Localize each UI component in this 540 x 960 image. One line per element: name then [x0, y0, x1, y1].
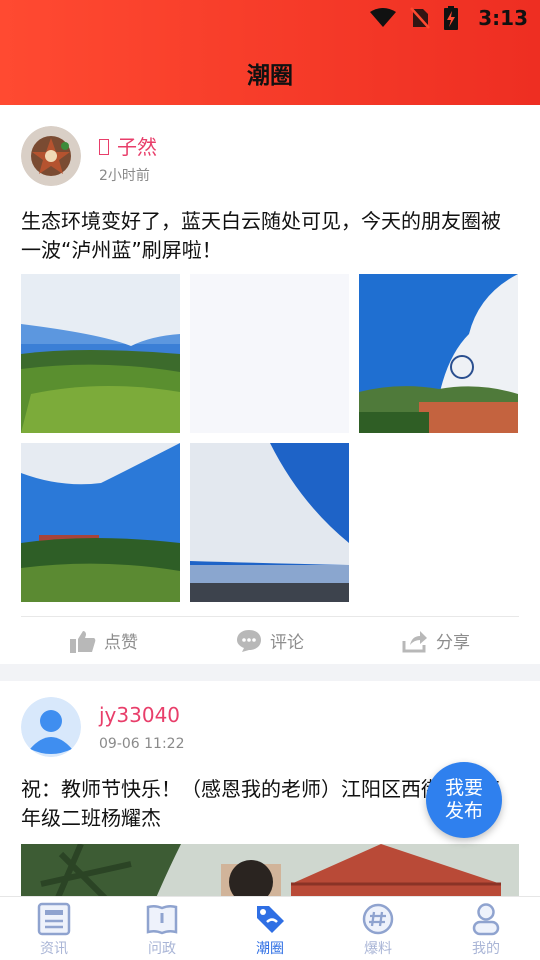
share-label: 分享: [436, 633, 470, 653]
news-icon: [37, 902, 71, 936]
photo-hillside[interactable]: [21, 443, 180, 602]
photo-cloud-line[interactable]: [190, 443, 349, 602]
post-time: 2小时前: [99, 168, 150, 184]
tab-me[interactable]: 我的: [432, 897, 540, 960]
publish-label-line1: 我要: [444, 777, 483, 799]
tab-news[interactable]: 资讯: [0, 897, 108, 960]
comment-icon: [237, 629, 261, 652]
status-bar: 3:13: [0, 0, 540, 36]
username-text: 子然: [117, 135, 157, 159]
hashtag-icon: [362, 903, 394, 935]
no-sim-icon: [410, 7, 430, 29]
comment-label: 评论: [270, 633, 304, 653]
tab-inquiry-label: 问政: [148, 941, 176, 957]
tab-circle[interactable]: 潮圈: [216, 897, 324, 960]
avatar[interactable]: [21, 697, 81, 757]
publish-label-line2: 发布: [444, 800, 483, 822]
share-icon: [402, 630, 427, 652]
share-button[interactable]: 分享: [353, 617, 519, 664]
thumbs-up-icon: [70, 630, 96, 653]
page-title: 潮圈: [247, 63, 293, 89]
battery-charging-icon: [444, 6, 458, 30]
username[interactable]: jy33040: [99, 703, 180, 727]
photo-ferris-wheel[interactable]: [359, 274, 518, 433]
book-icon: [146, 904, 178, 935]
like-label: 点赞: [104, 633, 138, 653]
wifi-icon: [370, 8, 396, 27]
user-badge: [99, 139, 109, 155]
tag-icon: [257, 906, 284, 933]
person-icon: [472, 903, 500, 936]
tab-inquiry[interactable]: 问政: [108, 897, 216, 960]
tab-me-label: 我的: [472, 941, 500, 957]
username[interactable]: 子然: [99, 131, 157, 160]
header-bar: 3:13 潮圈: [0, 0, 540, 105]
clock: 3:13: [478, 6, 528, 30]
like-button[interactable]: 点赞: [21, 617, 187, 664]
tab-report-label: 爆料: [364, 941, 392, 957]
avatar[interactable]: [21, 126, 81, 186]
photo-grid: [21, 274, 519, 602]
post-actions: 点赞 评论 分享: [21, 616, 519, 664]
post-card[interactable]: 子然 2小时前 生态环境变好了，蓝天白云随处可见，今天的朋友圈被一波“泸州蓝”刷…: [0, 105, 540, 664]
photo-tea-field[interactable]: [21, 274, 180, 433]
tab-circle-label: 潮圈: [256, 941, 284, 957]
tab-report[interactable]: 爆料: [324, 897, 432, 960]
post-photo[interactable]: [21, 844, 519, 896]
comment-button[interactable]: 评论: [187, 617, 353, 664]
post-time: 09-06 11:22: [99, 736, 185, 752]
post-content[interactable]: 生态环境变好了，蓝天白云随处可见，今天的朋友圈被一波“泸州蓝”刷屏啦！: [21, 207, 520, 265]
photo-loading[interactable]: [190, 274, 349, 433]
bottom-tab-bar: 资讯 问政 潮圈 爆料 我的: [0, 896, 540, 960]
publish-button[interactable]: 我要 发布: [426, 762, 502, 838]
tab-news-label: 资讯: [40, 941, 68, 957]
